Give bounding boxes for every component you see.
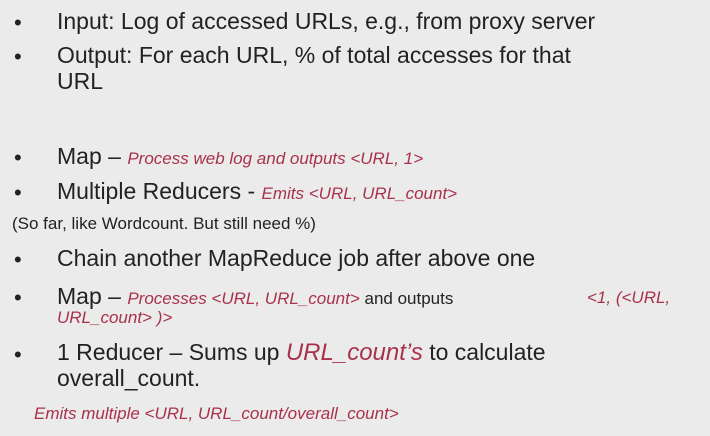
- emits-footer: Emits multiple <URL, URL_count/overall_c…: [34, 404, 399, 423]
- second-map-detail-line2: URL_count> )>: [57, 308, 173, 327]
- chain-bullet-text: Chain another MapReduce job after above …: [57, 245, 536, 271]
- bullet-marker: •: [14, 285, 22, 310]
- reducers-detail: Emits <URL, URL_count>: [261, 184, 458, 203]
- second-map-bullet: Map – Processes <URL, URL_count> and out…: [57, 285, 453, 308]
- wordcount-note: (So far, like Wordcount. But still need …: [12, 214, 316, 233]
- single-reducer-text2: to calculate: [422, 339, 546, 365]
- url-count-highlight: URL_count’s: [285, 339, 423, 366]
- bullet-marker: •: [14, 44, 22, 69]
- second-map-detail: Processes <URL, URL_count>: [127, 289, 360, 308]
- slide: • Input: Log of accessed URLs, e.g., fro…: [0, 0, 710, 436]
- bullet-marker: •: [14, 180, 22, 205]
- reducers-label: Multiple Reducers -: [57, 178, 262, 204]
- map-label: Map –: [57, 143, 128, 169]
- single-reducer-text1: 1 Reducer – Sums up: [57, 339, 286, 365]
- bullet-marker: •: [14, 145, 22, 170]
- output-bullet-line2: URL: [57, 68, 104, 94]
- input-bullet-text: Input: Log of accessed URLs, e.g., from …: [57, 8, 596, 34]
- bullet-marker: •: [14, 342, 22, 367]
- second-map-middle: and outputs: [359, 289, 454, 308]
- second-map-label: Map –: [57, 283, 128, 309]
- single-reducer-line2: overall_count.: [57, 365, 201, 391]
- map-bullet: Map – Process web log and outputs <URL, …: [57, 145, 423, 168]
- bullet-marker: •: [14, 247, 22, 272]
- map-detail: Process web log and outputs <URL, 1>: [127, 149, 424, 168]
- reducers-bullet: Multiple Reducers - Emits <URL, URL_coun…: [57, 180, 457, 203]
- single-reducer-bullet: 1 Reducer – Sums up URL_count’s to calcu…: [57, 341, 546, 365]
- second-map-detail-right: <1, (<URL,: [587, 288, 671, 307]
- bullet-marker: •: [14, 10, 22, 35]
- output-bullet-line1: Output: For each URL, % of total accesse…: [57, 42, 571, 68]
